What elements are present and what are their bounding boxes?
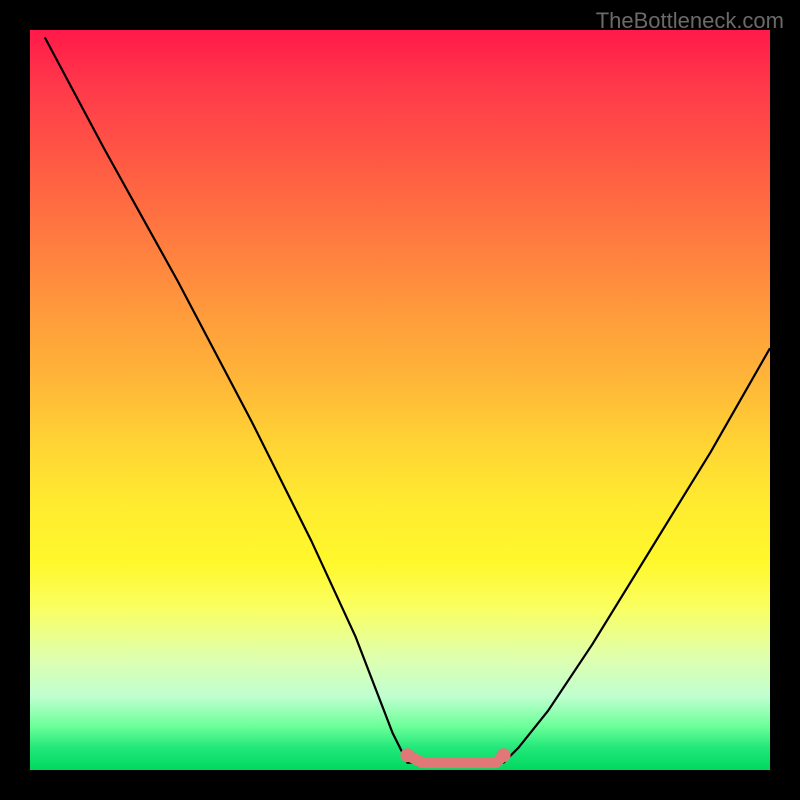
- watermark-text: TheBottleneck.com: [596, 8, 784, 34]
- highlight-dot: [497, 748, 511, 762]
- highlight-dot: [400, 748, 414, 762]
- chart-svg: [30, 30, 770, 770]
- highlight-segment-path: [407, 755, 503, 762]
- bottleneck-curve-path: [45, 37, 770, 762]
- chart-plot-area: [30, 30, 770, 770]
